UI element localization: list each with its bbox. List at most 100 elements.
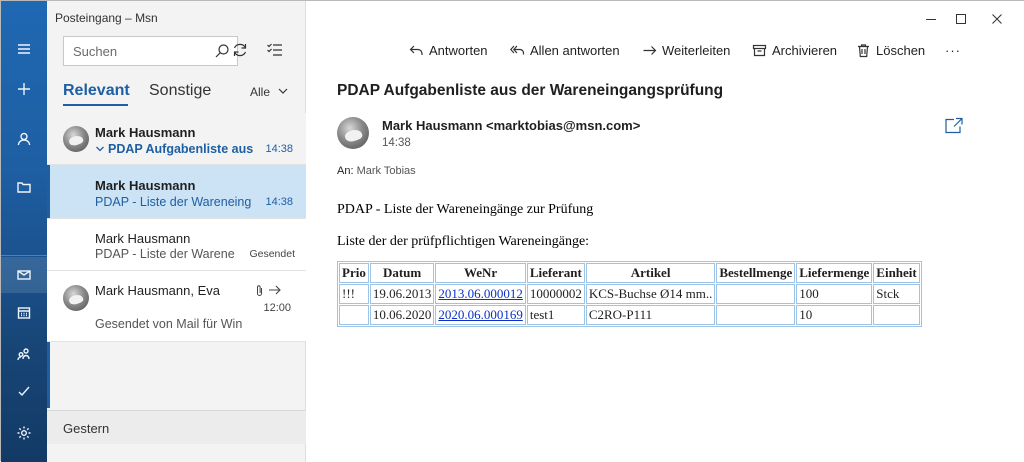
table-cell: 100 [796, 284, 873, 304]
more-actions-button[interactable]: ··· [945, 43, 961, 58]
table-cell [339, 305, 369, 325]
forward-arrow-icon [643, 46, 657, 55]
table-cell [716, 305, 796, 325]
sender-avatar [337, 117, 369, 149]
date-group-label: Gestern [63, 421, 110, 436]
email-time: 14:38 [382, 137, 411, 149]
message-sender: Mark Hausmann [95, 125, 196, 140]
table-header: Bestellmenge [716, 263, 796, 283]
body-paragraph: Liste der der prüfpflichtigen Wareneingä… [337, 234, 590, 249]
table-cell: 10 [796, 305, 873, 325]
reply-button[interactable]: Antworten [409, 43, 488, 58]
rail-divider [1, 255, 47, 256]
delete-button[interactable]: Löschen [856, 43, 925, 58]
avatar [63, 285, 89, 311]
goods-receipt-table: Prio Datum WeNr Lieferant Artikel Bestel… [337, 261, 922, 327]
recipient-name[interactable]: Mark Tobias [357, 165, 416, 177]
message-sender: Mark Hausmann [95, 178, 196, 193]
archive-button[interactable]: Archivieren [752, 43, 837, 58]
todo-check-icon[interactable] [1, 373, 47, 409]
chevron-down-icon[interactable] [278, 87, 288, 95]
nav-rail [1, 1, 47, 462]
table-cell [716, 284, 796, 304]
table-header: WeNr [435, 263, 526, 283]
people-icon[interactable] [1, 336, 47, 372]
forward-label: Weiterleiten [662, 43, 731, 58]
table-cell: !!! [339, 284, 369, 304]
reply-all-button[interactable]: Allen antworten [510, 43, 620, 58]
table-cell: C2RO-P111 [585, 305, 716, 325]
reply-all-icon [510, 45, 525, 55]
expand-chevron-icon[interactable] [96, 146, 104, 152]
message-subject: PDAP - Liste der Wareneing [95, 195, 252, 209]
table-cell: KCS-Buchse Ø14 mm.. [585, 284, 716, 304]
message-sender: Mark Hausmann, Eva [95, 283, 220, 298]
table-header-row: Prio Datum WeNr Lieferant Artikel Bestel… [339, 263, 920, 283]
email-sender[interactable]: Mark Hausmann <marktobias@msn.com> [382, 118, 640, 133]
reading-pane: Antworten Allen antworten Weiterleiten A… [306, 1, 1024, 462]
table-header: Liefermenge [796, 263, 873, 283]
message-sender: Mark Hausmann [95, 231, 191, 246]
hamburger-menu-icon[interactable] [1, 31, 47, 67]
reply-icon [409, 45, 423, 55]
search-placeholder: Suchen [73, 44, 118, 59]
message-preview: Gesendet von Mail für Win [95, 317, 243, 331]
avatar [63, 126, 89, 152]
mail-icon[interactable] [1, 257, 47, 293]
table-cell [873, 305, 920, 325]
close-button[interactable] [989, 11, 1005, 27]
message-status: Gesendet [249, 248, 295, 260]
new-mail-plus-icon[interactable] [1, 71, 47, 107]
table-header: Datum [369, 263, 435, 283]
selected-indicator [47, 165, 50, 218]
message-subject: PDAP - Liste der Warene [95, 247, 235, 261]
table-header: Artikel [585, 263, 716, 283]
mail-window: Posteingang – Msn Suchen Relevant Sonsti… [0, 0, 1024, 462]
filter-dropdown[interactable]: Alle [250, 85, 270, 99]
trash-icon [858, 44, 869, 58]
forward-icon [269, 285, 281, 295]
settings-gear-icon[interactable] [1, 415, 47, 451]
recipient-line: An: Mark Tobias [337, 165, 416, 177]
minimize-button[interactable] [923, 11, 939, 27]
wenr-link[interactable]: 2020.06.000169 [438, 307, 523, 322]
archive-label: Archivieren [772, 43, 838, 58]
account-person-icon[interactable] [1, 121, 47, 157]
table-header: Einheit [873, 263, 920, 283]
message-time: 14:38 [265, 196, 293, 208]
table-cell: 10.06.2020 [369, 305, 435, 325]
forward-button[interactable]: Weiterleiten [642, 43, 730, 58]
sync-icon[interactable] [230, 40, 250, 60]
reply-all-label: Allen antworten [530, 43, 620, 58]
list-item[interactable]: Mark Hausmann PDAP - Liste der Warene Ge… [47, 219, 306, 271]
wenr-link[interactable]: 2013.06.000012 [438, 286, 523, 301]
message-time: 14:38 [265, 143, 293, 155]
rail-edge-indicator [47, 342, 50, 408]
list-item[interactable]: Mark Hausmann, Eva 12:00 Gesendet von Ma… [47, 271, 306, 342]
list-item[interactable]: Mark Hausmann PDAP Aufgabenliste aus 14:… [47, 113, 306, 165]
table-cell: 10000002 [526, 284, 585, 304]
tab-relevant[interactable]: Relevant [63, 82, 130, 100]
tab-sonstige[interactable]: Sonstige [149, 82, 211, 100]
list-item-selected[interactable]: Mark Hausmann PDAP - Liste der Wareneing… [47, 165, 306, 219]
email-subject: PDAP Aufgabenliste aus der Wareneingangs… [337, 82, 724, 99]
search-icon[interactable] [214, 43, 230, 59]
archive-icon [752, 44, 767, 57]
table-cell: 19.06.2013 [369, 284, 435, 304]
maximize-button[interactable] [953, 11, 969, 27]
paperclip-icon [257, 285, 262, 296]
table-row: !!! 19.06.2013 2013.06.000012 10000002 K… [339, 284, 920, 304]
calendar-icon[interactable] [1, 295, 47, 331]
message-subject: PDAP Aufgabenliste aus [108, 142, 254, 156]
table-header: Prio [339, 263, 369, 283]
message-list-pane: Posteingang – Msn Suchen Relevant Sonsti… [47, 1, 306, 462]
message-time: 12:00 [263, 302, 291, 314]
window-title: Posteingang – Msn [55, 11, 158, 25]
table-cell: 2013.06.000012 [435, 284, 526, 304]
table-cell: 2020.06.000169 [435, 305, 526, 325]
search-input[interactable]: Suchen [63, 36, 238, 66]
open-in-new-window-icon[interactable] [944, 117, 964, 135]
recipient-label: An: [337, 165, 354, 177]
selection-mode-icon[interactable] [266, 41, 284, 59]
folder-icon[interactable] [1, 169, 47, 205]
